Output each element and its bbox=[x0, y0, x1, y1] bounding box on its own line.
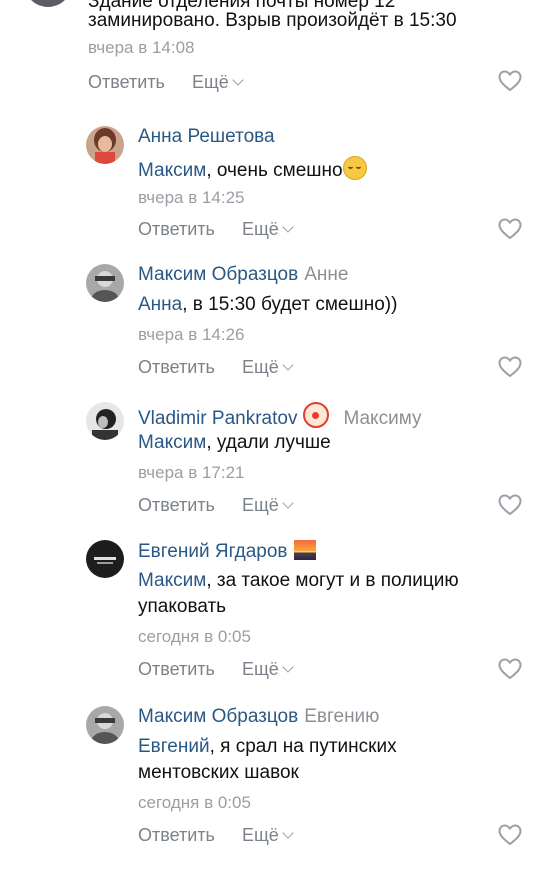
comment-time: вчера в 14:26 bbox=[138, 325, 245, 344]
author-row: Vladimir Pankratov Максиму bbox=[138, 402, 421, 430]
comment-time: сегодня в 0:05 bbox=[138, 793, 251, 812]
more-label: Ещё bbox=[241, 825, 279, 845]
author-name[interactable]: Максим Образцов bbox=[138, 264, 298, 285]
avatar[interactable] bbox=[86, 402, 124, 440]
more-button[interactable]: Ещё bbox=[241, 659, 294, 679]
mention-link[interactable]: Евгений bbox=[138, 736, 210, 757]
comment-body: , в 15:30 будет смешно)) bbox=[182, 294, 398, 315]
comment-text: Максим, очень смешно bbox=[138, 156, 518, 184]
mention-link[interactable]: Максим bbox=[138, 160, 206, 181]
author-name[interactable]: Анна Решетова bbox=[138, 126, 275, 147]
mention-link[interactable]: Максим bbox=[138, 432, 206, 453]
more-button[interactable]: Ещё bbox=[241, 357, 294, 377]
mention-link[interactable]: Анна bbox=[138, 294, 182, 315]
like-heart-icon[interactable] bbox=[498, 218, 522, 240]
comment-time: вчера в 17:21 bbox=[138, 463, 245, 482]
comment-body-line2: упаковать bbox=[138, 596, 227, 617]
comment-item: Максим Образцов Анне Анна, в 15:30 будет … bbox=[0, 260, 540, 392]
comment-text: Евгений, я срал на путинских ментовских … bbox=[138, 734, 518, 786]
author-name[interactable]: Максим Образцов bbox=[138, 706, 298, 727]
comment-time: сегодня в 0:05 bbox=[138, 627, 251, 646]
more-button[interactable]: Ещё bbox=[241, 219, 294, 239]
mention-link[interactable]: Максим bbox=[138, 570, 206, 591]
avatar[interactable] bbox=[86, 126, 124, 164]
comment-text: Анна, в 15:30 будет смешно)) bbox=[138, 292, 518, 318]
comment-body-line2: ментовских шавок bbox=[138, 762, 299, 783]
reply-to-label[interactable]: Евгению bbox=[304, 706, 379, 727]
like-heart-icon[interactable] bbox=[498, 494, 522, 516]
reply-button[interactable]: Ответить bbox=[138, 495, 215, 515]
author-row: Анна Решетова bbox=[138, 126, 275, 148]
chevron-down-icon bbox=[232, 74, 244, 86]
comment-item: Максим Образцов Евгению Евгений, я срал н… bbox=[0, 702, 540, 862]
reply-button[interactable]: Ответить bbox=[88, 72, 165, 92]
more-button[interactable]: Ещё bbox=[191, 72, 244, 92]
more-button[interactable]: Ещё bbox=[241, 495, 294, 515]
reply-button[interactable]: Ответить bbox=[138, 357, 215, 377]
chevron-down-icon bbox=[282, 497, 294, 509]
like-heart-icon[interactable] bbox=[498, 70, 522, 92]
comment-item: Евгений Ягдаров Максим, за такое могут и… bbox=[0, 536, 540, 696]
more-label: Ещё bbox=[241, 219, 279, 239]
comment-text: Максим, удали лучше bbox=[138, 430, 518, 456]
reply-button[interactable]: Ответить bbox=[138, 825, 215, 845]
author-name[interactable]: Vladimir Pankratov bbox=[138, 408, 297, 429]
top-comment: Здание отделения почты номер 12 заминиро… bbox=[0, 0, 540, 112]
reply-to-label[interactable]: Анне bbox=[304, 264, 348, 285]
avatar[interactable] bbox=[86, 264, 124, 302]
comment-time: вчера в 14:08 bbox=[88, 38, 195, 57]
chevron-down-icon bbox=[282, 661, 294, 673]
more-label: Ещё bbox=[241, 495, 279, 515]
sunset-emoji-icon bbox=[293, 540, 316, 560]
chevron-down-icon bbox=[282, 221, 294, 233]
comment-actions: Ответить Ещё bbox=[138, 495, 294, 516]
like-heart-icon[interactable] bbox=[498, 356, 522, 378]
comment-body: , за такое могут и в полицию bbox=[206, 570, 459, 591]
comment-actions: Ответить Ещё bbox=[138, 219, 294, 240]
avatar[interactable] bbox=[24, 0, 72, 7]
like-heart-icon[interactable] bbox=[498, 824, 522, 846]
author-row: Максим Образцов Евгению bbox=[138, 706, 379, 728]
comment-actions: Ответить Ещё bbox=[138, 659, 294, 680]
more-label: Ещё bbox=[241, 659, 279, 679]
avatar[interactable] bbox=[86, 540, 124, 578]
comment-text: заминировано. Взрыв произойдёт в 15:30 bbox=[88, 10, 457, 31]
comment-actions: Ответить Ещё bbox=[138, 357, 294, 378]
reply-button[interactable]: Ответить bbox=[138, 659, 215, 679]
avatar[interactable] bbox=[86, 706, 124, 744]
comment-body: , очень смешно bbox=[206, 160, 343, 181]
more-label: Ещё bbox=[191, 72, 229, 92]
comment-body: , я срал на путинских bbox=[209, 736, 397, 757]
more-label: Ещё bbox=[241, 357, 279, 377]
author-name[interactable]: Евгений Ягдаров bbox=[138, 541, 288, 562]
comment-actions: Ответить Ещё bbox=[88, 72, 244, 93]
relieved-face-emoji-icon bbox=[342, 156, 367, 180]
author-row: Евгений Ягдаров bbox=[138, 540, 316, 563]
chevron-down-icon bbox=[282, 359, 294, 371]
comment-item: Анна Решетова Максим, очень смешно вчера… bbox=[0, 122, 540, 254]
comment-body: , удали лучше bbox=[206, 432, 331, 453]
more-button[interactable]: Ещё bbox=[241, 825, 294, 845]
clown-face-emoji-icon bbox=[303, 402, 330, 428]
comment-item: Vladimir Pankratov Максиму Максим, удали … bbox=[0, 398, 540, 530]
comment-time: вчера в 14:25 bbox=[138, 188, 245, 207]
reply-button[interactable]: Ответить bbox=[138, 219, 215, 239]
chevron-down-icon bbox=[282, 827, 294, 839]
comment-actions: Ответить Ещё bbox=[138, 825, 294, 846]
reply-to-label[interactable]: Максиму bbox=[343, 408, 421, 429]
comment-text: Максим, за такое могут и в полицию упако… bbox=[138, 568, 518, 620]
author-row: Максим Образцов Анне bbox=[138, 264, 348, 286]
like-heart-icon[interactable] bbox=[498, 658, 522, 680]
